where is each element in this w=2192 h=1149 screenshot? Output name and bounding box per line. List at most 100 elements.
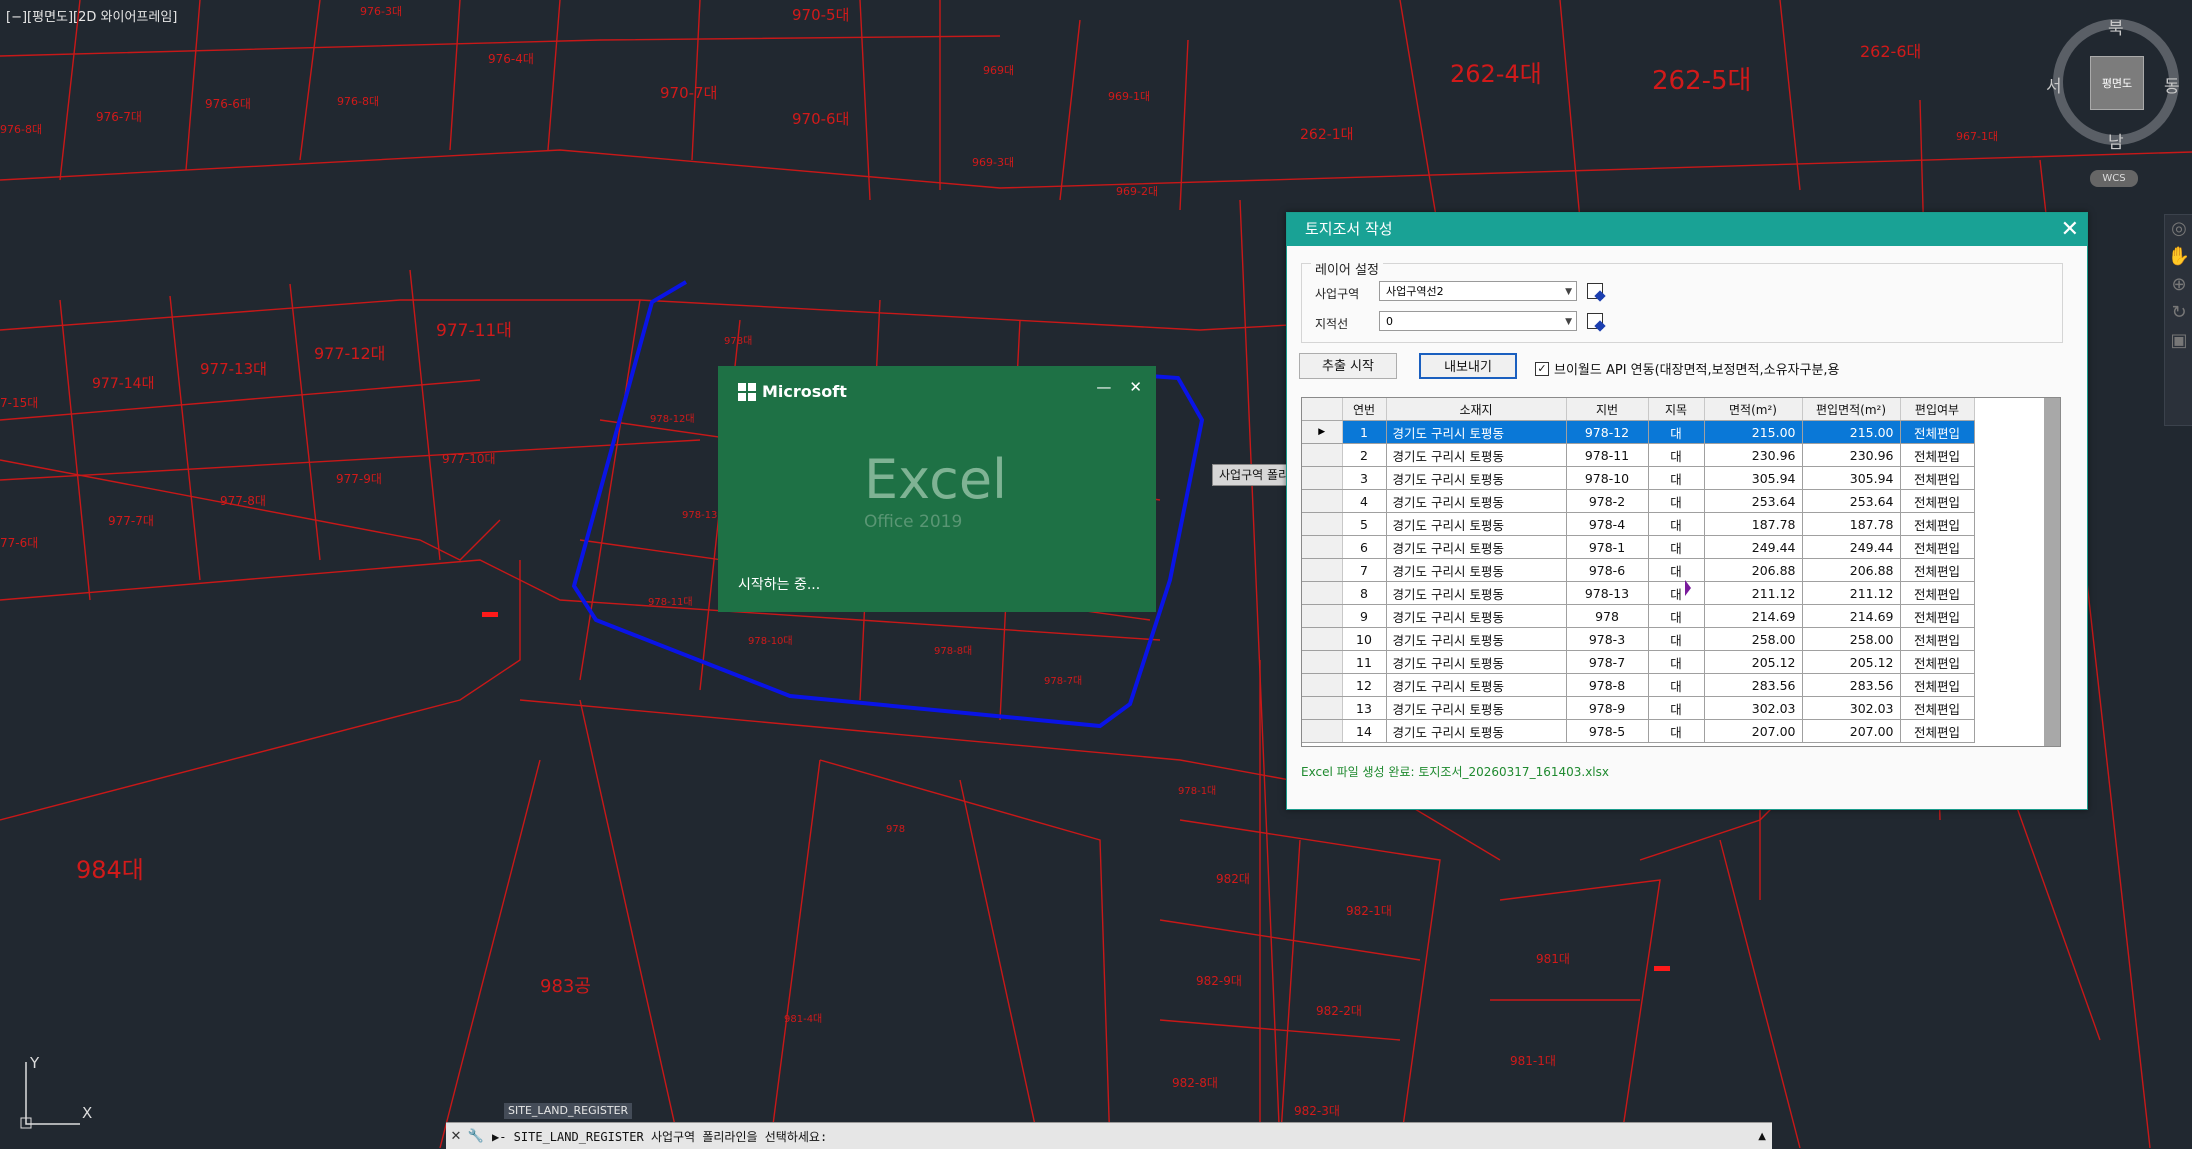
table-row[interactable]: 9 경기도 구리시 토평동 978 대 214.69 214.69 전체편입 — [1302, 604, 1975, 628]
table-cell[interactable]: 249.44 — [1704, 535, 1803, 559]
table-cell[interactable]: 302.03 — [1802, 696, 1901, 720]
table-row[interactable]: 14 경기도 구리시 토평동 978-5 대 207.00 207.00 전체편입 — [1302, 719, 1975, 743]
row-header[interactable] — [1302, 512, 1343, 536]
land-register-table[interactable]: 연번 소재지 지번 지목 면적(m²) 편입면적(m²) 편입여부 ▶ 1 경기도 … — [1301, 397, 2061, 747]
north-label[interactable]: 북 — [2108, 14, 2124, 39]
table-cell[interactable]: 253.64 — [1802, 489, 1901, 513]
table-cell[interactable]: 205.12 — [1802, 650, 1901, 674]
table-cell[interactable]: 9 — [1342, 604, 1387, 628]
table-cell[interactable]: 205.12 — [1704, 650, 1803, 674]
table-cell[interactable]: 경기도 구리시 토평동 — [1386, 696, 1567, 720]
row-header[interactable] — [1302, 719, 1343, 743]
row-header[interactable] — [1302, 489, 1343, 513]
extract-button[interactable]: 추출 시작 — [1299, 353, 1397, 379]
table-cell[interactable]: 978-8 — [1566, 673, 1649, 697]
table-row[interactable]: ▶ 1 경기도 구리시 토평동 978-12 대 215.00 215.00 전체편입 — [1302, 420, 1975, 444]
south-label[interactable]: 남 — [2108, 128, 2124, 153]
api-checkbox[interactable]: ✓ 브이월드 API 연동(대장면적,보정면적,소유자구분,용 — [1535, 359, 1840, 378]
table-row[interactable]: 11 경기도 구리시 토평동 978-7 대 205.12 205.12 전체편입 — [1302, 650, 1975, 674]
table-cell[interactable]: 305.94 — [1802, 466, 1901, 490]
table-cell[interactable]: 전체편입 — [1900, 719, 1975, 743]
table-cell[interactable]: 978-13 — [1566, 581, 1649, 605]
table-cell[interactable]: 전체편입 — [1900, 604, 1975, 628]
table-cell[interactable]: 978-3 — [1566, 627, 1649, 651]
pick-object-icon[interactable] — [1587, 313, 1603, 329]
table-cell[interactable]: 978-5 — [1566, 719, 1649, 743]
table-cell[interactable]: 전체편입 — [1900, 512, 1975, 536]
table-row[interactable]: 4 경기도 구리시 토평동 978-2 대 253.64 253.64 전체편입 — [1302, 489, 1975, 513]
table-row[interactable]: 13 경기도 구리시 토평동 978-9 대 302.03 302.03 전체편입 — [1302, 696, 1975, 720]
table-cell[interactable]: 대 — [1648, 581, 1705, 605]
zone-select[interactable]: 사업구역선2 ▼ — [1379, 281, 1577, 301]
table-cell[interactable]: 215.00 — [1704, 420, 1803, 444]
showmotion-icon[interactable]: ▣ — [2165, 327, 2192, 355]
table-cell[interactable]: 대 — [1648, 558, 1705, 582]
close-icon[interactable]: ✕ — [446, 1129, 466, 1144]
row-header[interactable] — [1302, 466, 1343, 490]
table-cell[interactable]: 1 — [1342, 420, 1387, 444]
table-cell[interactable]: 경기도 구리시 토평동 — [1386, 466, 1567, 490]
chevron-down-icon[interactable]: ▼ — [1565, 282, 1572, 302]
table-cell[interactable]: 978-7 — [1566, 650, 1649, 674]
export-button[interactable]: 내보내기 — [1419, 353, 1517, 379]
table-row[interactable]: 3 경기도 구리시 토평동 978-10 대 305.94 305.94 전체편입 — [1302, 466, 1975, 490]
table-cell[interactable]: 214.69 — [1704, 604, 1803, 628]
table-cell[interactable]: 전체편입 — [1900, 466, 1975, 490]
table-cell[interactable]: 전체편입 — [1900, 673, 1975, 697]
navigation-bar[interactable]: ◎ ✋ ⊕ ↻ ▣ — [2164, 214, 2192, 426]
table-cell[interactable]: 207.00 — [1802, 719, 1901, 743]
close-icon[interactable]: ✕ — [1129, 378, 1142, 396]
column-header[interactable]: 연번 — [1342, 398, 1387, 421]
table-cell[interactable]: 대 — [1648, 535, 1705, 559]
table-cell[interactable]: 전체편입 — [1900, 489, 1975, 513]
west-label[interactable]: 서 — [2046, 72, 2062, 97]
view-cube-face[interactable]: 평면도 — [2090, 56, 2144, 110]
table-cell[interactable]: 전체편입 — [1900, 627, 1975, 651]
table-cell[interactable]: 215.00 — [1802, 420, 1901, 444]
chevron-down-icon[interactable]: ▼ — [1565, 312, 1572, 332]
table-cell[interactable]: 경기도 구리시 토평동 — [1386, 443, 1567, 467]
table-cell[interactable]: 211.12 — [1704, 581, 1803, 605]
pan-icon[interactable]: ✋ — [2165, 243, 2192, 271]
table-cell[interactable]: 경기도 구리시 토평동 — [1386, 627, 1567, 651]
table-cell[interactable]: 전체편입 — [1900, 443, 1975, 467]
table-cell[interactable]: 7 — [1342, 558, 1387, 582]
table-cell[interactable]: 대 — [1648, 466, 1705, 490]
table-cell[interactable]: 대 — [1648, 696, 1705, 720]
row-header[interactable] — [1302, 627, 1343, 651]
east-label[interactable]: 동 — [2164, 72, 2180, 97]
row-header[interactable] — [1302, 650, 1343, 674]
column-header[interactable]: 편입면적(m²) — [1802, 398, 1901, 421]
row-header[interactable] — [1302, 604, 1343, 628]
table-cell[interactable]: 302.03 — [1704, 696, 1803, 720]
command-line[interactable]: ✕ 🔧 ▶- SITE_LAND_REGISTER 사업구역 폴리라인을 선택하… — [446, 1122, 1772, 1149]
row-header[interactable] — [1302, 581, 1343, 605]
table-row[interactable]: 2 경기도 구리시 토평동 978-11 대 230.96 230.96 전체편입 — [1302, 443, 1975, 467]
row-header[interactable] — [1302, 443, 1343, 467]
table-cell[interactable]: 283.56 — [1802, 673, 1901, 697]
wcs-button[interactable]: WCS — [2090, 170, 2138, 187]
table-row[interactable]: 5 경기도 구리시 토평동 978-4 대 187.78 187.78 전체편입 — [1302, 512, 1975, 536]
table-cell[interactable]: 258.00 — [1704, 627, 1803, 651]
table-cell[interactable]: 경기도 구리시 토평동 — [1386, 581, 1567, 605]
table-cell[interactable]: 대 — [1648, 673, 1705, 697]
table-cell[interactable]: 대 — [1648, 420, 1705, 444]
pick-object-icon[interactable] — [1587, 283, 1603, 299]
wrench-icon[interactable]: 🔧 — [466, 1129, 486, 1144]
table-cell[interactable]: 대 — [1648, 627, 1705, 651]
table-cell[interactable]: 전체편입 — [1900, 581, 1975, 605]
table-cell[interactable]: 230.96 — [1704, 443, 1803, 467]
table-cell[interactable]: 207.00 — [1704, 719, 1803, 743]
column-header[interactable]: 편입여부 — [1900, 398, 1975, 421]
table-cell[interactable]: 대 — [1648, 489, 1705, 513]
current-row-arrow-icon[interactable]: ▶ — [1302, 420, 1343, 444]
table-cell[interactable]: 10 — [1342, 627, 1387, 651]
dialog-titlebar[interactable]: 토지조서 작성 ✕ — [1287, 213, 2087, 246]
command-prompt[interactable]: ▶- SITE_LAND_REGISTER 사업구역 폴리라인을 선택하세요: — [492, 1128, 827, 1145]
table-row[interactable]: 8 경기도 구리시 토평동 978-13 대 211.12 211.12 전체편입 — [1302, 581, 1975, 605]
table-cell[interactable]: 249.44 — [1802, 535, 1901, 559]
vertical-scrollbar[interactable] — [2044, 398, 2060, 746]
table-cell[interactable]: 214.69 — [1802, 604, 1901, 628]
column-header[interactable]: 지번 — [1566, 398, 1649, 421]
table-cell[interactable]: 대 — [1648, 650, 1705, 674]
